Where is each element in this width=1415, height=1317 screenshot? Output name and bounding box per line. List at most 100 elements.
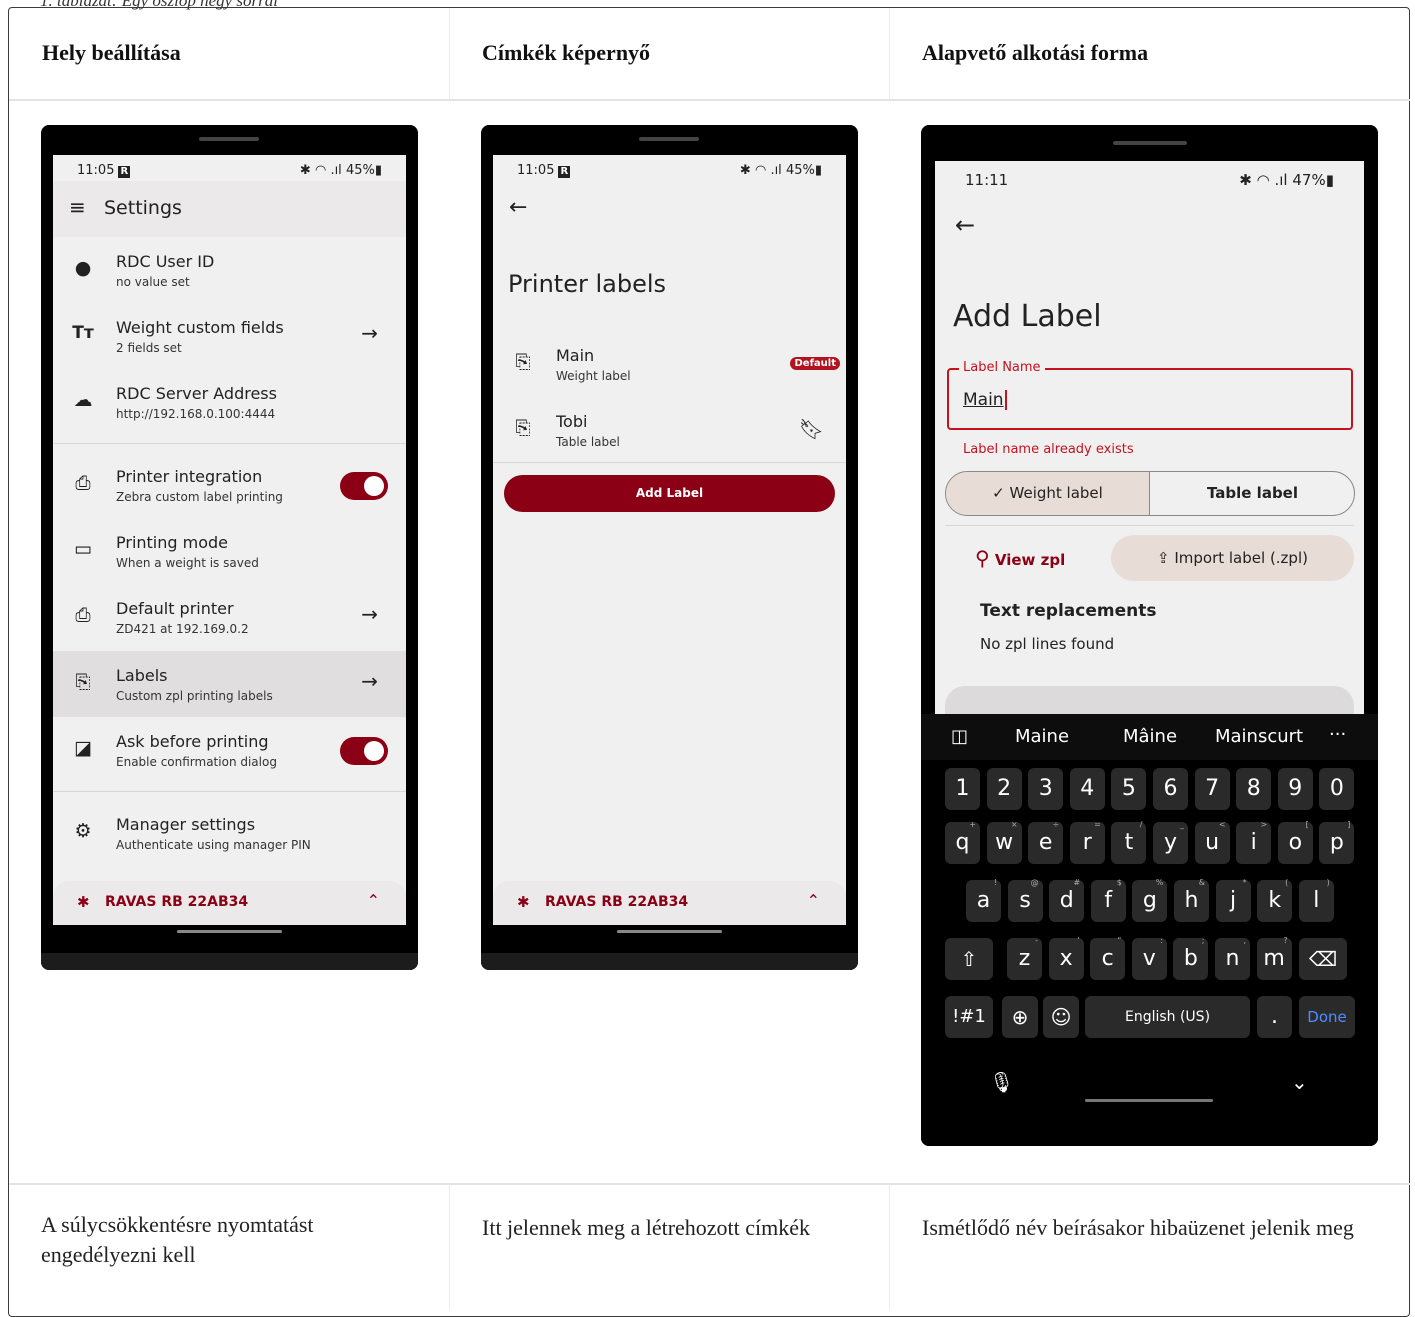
nav-handle[interactable]	[177, 930, 282, 933]
chevron-up-icon[interactable]: ⌃	[807, 891, 820, 910]
settings-row-printing-mode[interactable]: ▭ Printing mode When a weight is saved	[53, 518, 406, 584]
no-lines-text: No zpl lines found	[980, 635, 1115, 653]
bottom-sheet-peek[interactable]	[945, 686, 1354, 716]
chevron-down-icon[interactable]: ⌄	[1291, 1070, 1308, 1094]
key-letter[interactable]: e ÷	[1028, 820, 1064, 864]
segment-table-label[interactable]: Table label	[1151, 472, 1354, 515]
default-badge: Default	[790, 357, 840, 370]
row-subtitle: Enable confirmation dialog	[116, 755, 277, 769]
segment-weight-label[interactable]: ✓ Weight label	[946, 472, 1150, 515]
nav-handle[interactable]	[617, 930, 722, 933]
key-number[interactable]: 7	[1194, 768, 1230, 810]
globe-icon[interactable]: ⊕	[1002, 996, 1038, 1038]
key-letter[interactable]: q +	[945, 820, 980, 864]
back-arrow-icon[interactable]: ←	[955, 211, 975, 239]
key-letter[interactable]: u <	[1194, 820, 1230, 864]
key-number[interactable]: 8	[1236, 768, 1272, 810]
key-number[interactable]: 9	[1277, 768, 1313, 810]
settings-row-ask-before-printing[interactable]: ◪ Ask before printing Enable confirmatio…	[53, 717, 406, 783]
suggestion[interactable]: Mainscurt	[1215, 726, 1303, 747]
key-letter[interactable]: p]	[1319, 820, 1355, 864]
app-indicator-icon: R	[118, 166, 131, 178]
key-letter[interactable]: f $	[1090, 878, 1126, 922]
period-key[interactable]: .	[1257, 996, 1292, 1038]
menu-icon[interactable]: ≡	[69, 195, 86, 219]
suggestion[interactable]: Maine	[1015, 726, 1069, 747]
settings-row-server-address[interactable]: ☁ RDC Server Address http://192.168.0.10…	[53, 369, 406, 435]
key-letter[interactable]: r =	[1069, 820, 1105, 864]
key-hint: !	[993, 878, 997, 887]
settings-row-default-printer[interactable]: ⎙ Default printer ZD421 at 192.169.0.2 →	[53, 584, 406, 650]
label-item[interactable]: ⎘ Tobi Table label 🔖︎	[493, 397, 846, 463]
keyboard-collapse-icon[interactable]: ◫	[951, 726, 968, 747]
label-item[interactable]: ⎘ Main Weight label Default	[493, 331, 846, 397]
key-letter[interactable]: i >	[1236, 820, 1272, 864]
key-number[interactable]: 4	[1069, 768, 1105, 810]
chevron-up-icon[interactable]: ⌃	[367, 891, 380, 910]
bookmark-add-icon[interactable]: 🔖︎	[799, 417, 824, 441]
bluetooth-device-bar[interactable]: ✱ RAVAS RB 22AB34 ⌃	[53, 881, 406, 925]
key-number[interactable]: 1	[945, 768, 980, 810]
key-letter[interactable]: z-	[1007, 936, 1042, 980]
shift-key[interactable]: ⇧	[945, 938, 993, 980]
backspace-key[interactable]: ⌫	[1299, 938, 1347, 980]
settings-row-printer-integration[interactable]: ⎙ Printer integration Zebra custom label…	[53, 452, 406, 518]
key-number[interactable]: 2	[986, 768, 1022, 810]
key-letter[interactable]: n,	[1215, 936, 1250, 980]
key-letter[interactable]: a!	[966, 878, 1001, 922]
key-letter[interactable]: y _	[1153, 820, 1188, 864]
key-number[interactable]: 3	[1028, 768, 1064, 810]
settings-row-weight-fields[interactable]: Tт Weight custom fields 2 fields set →	[53, 303, 406, 369]
bluetooth-icon: ✱	[77, 893, 90, 911]
import-label-button[interactable]: ⇪ Import label (.zpl)	[1111, 535, 1354, 581]
key-number[interactable]: 5	[1111, 768, 1147, 810]
view-zpl-button[interactable]: ⚲ View zpl	[975, 546, 1065, 570]
key-letter[interactable]: t /	[1111, 820, 1147, 864]
key-letter[interactable]: m?	[1256, 936, 1292, 980]
add-label-button[interactable]: Add Label	[504, 475, 835, 512]
key-letter[interactable]: c "	[1090, 936, 1126, 980]
status-bar: 11:05 R ✱ ◠ .ıl 45%▮	[493, 155, 846, 181]
battery-icon: ▮	[1325, 171, 1334, 189]
key-letter[interactable]: w ×	[986, 820, 1022, 864]
suggestion[interactable]: Mâine	[1123, 726, 1177, 747]
row-title: Printer integration	[116, 467, 263, 486]
key-letter[interactable]: g%	[1132, 878, 1168, 922]
ask-before-printing-toggle[interactable]	[340, 737, 388, 765]
label-name-input[interactable]: Main	[963, 390, 1007, 410]
bluetooth-icon: ✱	[517, 893, 530, 911]
back-arrow-icon[interactable]: ←	[509, 195, 527, 220]
settings-row-labels[interactable]: ⎘ Labels Custom zpl printing labels →	[53, 651, 406, 717]
symbols-key[interactable]: !#1	[945, 996, 993, 1038]
done-key[interactable]: Done	[1299, 996, 1355, 1038]
microphone-icon[interactable]: 🎙︎	[989, 1070, 1014, 1094]
key-letter[interactable]: j *	[1215, 878, 1251, 922]
error-message: Label name already exists	[963, 442, 1134, 457]
column-heading-location: Hely beállítása	[42, 40, 181, 65]
key-number[interactable]: 0	[1319, 768, 1355, 810]
key-hint: &	[1198, 878, 1205, 887]
key-number[interactable]: 6	[1153, 768, 1188, 810]
battery-icon: ▮	[374, 163, 382, 178]
key-letter[interactable]: x '	[1048, 936, 1084, 980]
key-letter[interactable]: d #	[1049, 878, 1085, 922]
settings-row-user-id[interactable]: ● RDC User ID no value set	[53, 237, 406, 303]
key-letter[interactable]: v:	[1131, 936, 1167, 980]
key-letter[interactable]: b;	[1173, 936, 1209, 980]
emoji-icon[interactable]: ☺	[1043, 996, 1079, 1038]
key-hint: -	[1035, 936, 1038, 945]
settings-row-manager[interactable]: ⚙ Manager settings Authenticate using ma…	[53, 800, 406, 866]
key-hint: (	[1285, 878, 1289, 887]
manager-icon: ⚙	[74, 820, 92, 842]
more-icon[interactable]: ···	[1329, 724, 1346, 745]
key-letter[interactable]: o[	[1277, 820, 1313, 864]
label-name-field[interactable]: Label Name Main	[947, 360, 1353, 430]
printer-integration-toggle[interactable]	[340, 472, 388, 500]
nav-handle[interactable]	[1085, 1099, 1213, 1102]
bluetooth-device-bar[interactable]: ✱ RAVAS RB 22AB34 ⌃	[493, 881, 846, 925]
key-letter[interactable]: l)	[1298, 878, 1334, 922]
space-key[interactable]: English (US)	[1085, 996, 1250, 1038]
key-letter[interactable]: k(	[1257, 878, 1293, 922]
key-letter[interactable]: s @	[1007, 878, 1043, 922]
key-letter[interactable]: h &	[1174, 878, 1209, 922]
